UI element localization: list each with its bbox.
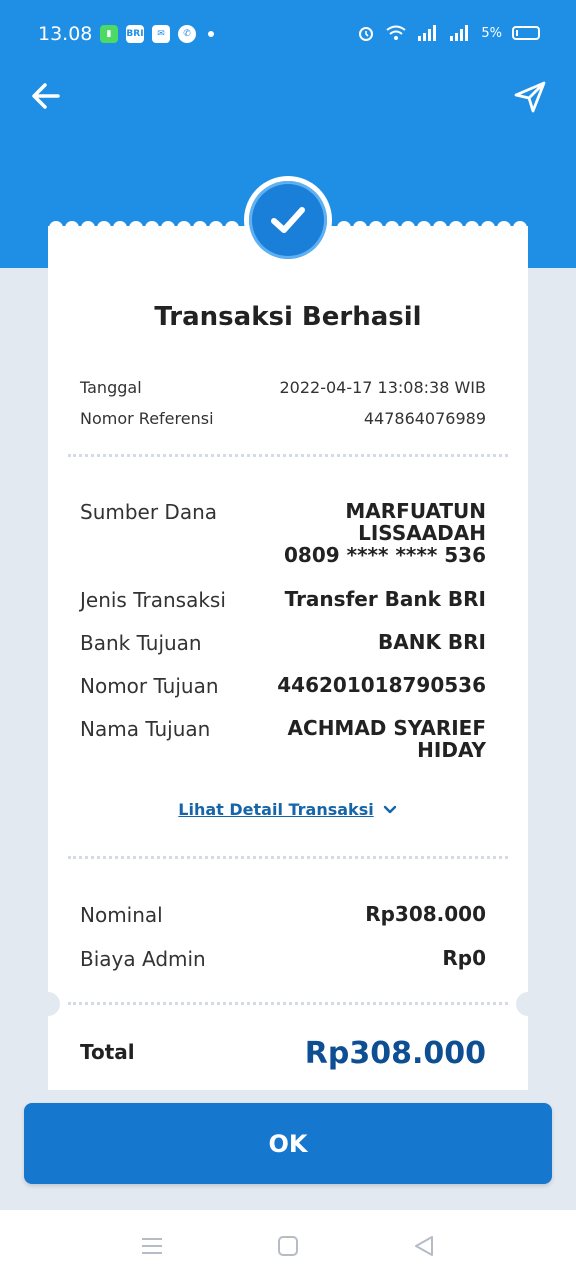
destination-number-label: Nomor Tujuan — [80, 674, 219, 698]
total-value: Rp308.000 — [304, 1036, 486, 1071]
recent-apps-button[interactable] — [138, 1232, 166, 1260]
chevron-down-icon — [383, 805, 396, 813]
nominal-label: Nominal — [80, 903, 163, 927]
whatsapp-icon: ✆ — [178, 25, 196, 43]
destination-number-value: 446201018790536 — [277, 673, 486, 697]
admin-fee-label: Biaya Admin — [80, 947, 206, 971]
wifi-icon — [386, 25, 406, 40]
system-icons: 5% — [357, 24, 540, 42]
destination-number-row: Nomor Tujuan 446201018790536 — [80, 674, 486, 698]
notification-icons: ▮ BRI ✉ ✆ — [100, 25, 214, 43]
home-button[interactable] — [274, 1232, 302, 1260]
source-account: 0809 **** **** 536 — [284, 543, 486, 567]
system-navigation-bar — [0, 1210, 576, 1280]
share-button[interactable] — [510, 76, 550, 116]
view-transaction-detail-link[interactable]: Lihat Detail Transaksi — [48, 800, 528, 819]
nominal-value: Rp308.000 — [365, 902, 486, 926]
destination-bank-label: Bank Tujuan — [80, 631, 202, 655]
battery-saver-icon: ▮ — [100, 25, 118, 43]
total-label: Total — [80, 1040, 135, 1064]
source-of-funds-row: Sumber Dana MARFUATUN LISSAADAH 0809 ***… — [80, 500, 486, 566]
page-title: Transaksi Berhasil — [154, 302, 422, 332]
signal-icon — [418, 25, 437, 41]
source-name-line-1: MARFUATUN — [345, 499, 486, 523]
reference-value: 447864076989 — [363, 409, 486, 428]
destination-name-label: Nama Tujuan — [80, 717, 211, 741]
source-name-line-2: LISSAADAH — [358, 521, 486, 545]
ok-button[interactable]: OK — [24, 1103, 552, 1184]
divider — [68, 454, 508, 457]
menu-icon — [142, 1238, 162, 1254]
transaction-type-value: Transfer Bank BRI — [284, 587, 486, 611]
alarm-icon — [359, 27, 374, 41]
back-triangle-icon — [415, 1236, 433, 1256]
back-button[interactable] — [26, 76, 66, 116]
status-bar: 13.08 ▮ BRI ✉ ✆ 5% — [0, 0, 576, 70]
admin-fee-value: Rp0 — [442, 946, 486, 970]
send-icon — [514, 81, 546, 113]
arrow-left-icon — [32, 83, 60, 109]
destination-bank-value: BANK BRI — [377, 630, 486, 654]
receipt-notch-left — [36, 992, 60, 1016]
destination-name-line-2: HIDAY — [417, 738, 486, 762]
destination-name-value: ACHMAD SYARIEF HIDAY — [288, 717, 486, 761]
date-value: 2022-04-17 13:08:38 WIB — [279, 378, 486, 397]
reference-row: Nomor Referensi 447864076989 — [80, 409, 486, 428]
nominal-row: Nominal Rp308.000 — [80, 903, 486, 927]
receipt-notch-right — [516, 992, 540, 1016]
signal-icon — [450, 25, 469, 41]
detail-link-label: Lihat Detail Transaksi — [178, 800, 374, 819]
destination-name-line-1: ACHMAD SYARIEF — [287, 716, 486, 740]
more-notifications-dot — [208, 31, 214, 37]
destination-name-row: Nama Tujuan ACHMAD SYARIEF HIDAY — [80, 717, 486, 761]
mail-icon: ✉ — [152, 25, 170, 43]
divider — [68, 856, 508, 859]
system-back-button[interactable] — [410, 1232, 438, 1260]
home-square-icon — [278, 1236, 298, 1256]
status-time: 13.08 — [38, 23, 93, 45]
battery-percent: 5% — [481, 25, 502, 41]
ok-button-label: OK — [268, 1129, 308, 1158]
source-value: MARFUATUN LISSAADAH 0809 **** **** 536 — [284, 500, 486, 566]
brimo-icon: BRI — [126, 25, 144, 43]
date-row: Tanggal 2022-04-17 13:08:38 WIB — [80, 378, 486, 397]
destination-bank-row: Bank Tujuan BANK BRI — [80, 631, 486, 655]
reference-label: Nomor Referensi — [80, 409, 214, 428]
admin-fee-row: Biaya Admin Rp0 — [80, 947, 486, 971]
success-badge — [244, 176, 332, 264]
checkmark-icon — [271, 207, 305, 233]
transaction-type-row: Jenis Transaksi Transfer Bank BRI — [80, 588, 486, 612]
battery-icon — [512, 26, 540, 40]
transaction-type-label: Jenis Transaksi — [80, 588, 226, 612]
date-label: Tanggal — [80, 378, 142, 397]
source-label: Sumber Dana — [80, 500, 218, 524]
divider — [68, 1002, 508, 1005]
